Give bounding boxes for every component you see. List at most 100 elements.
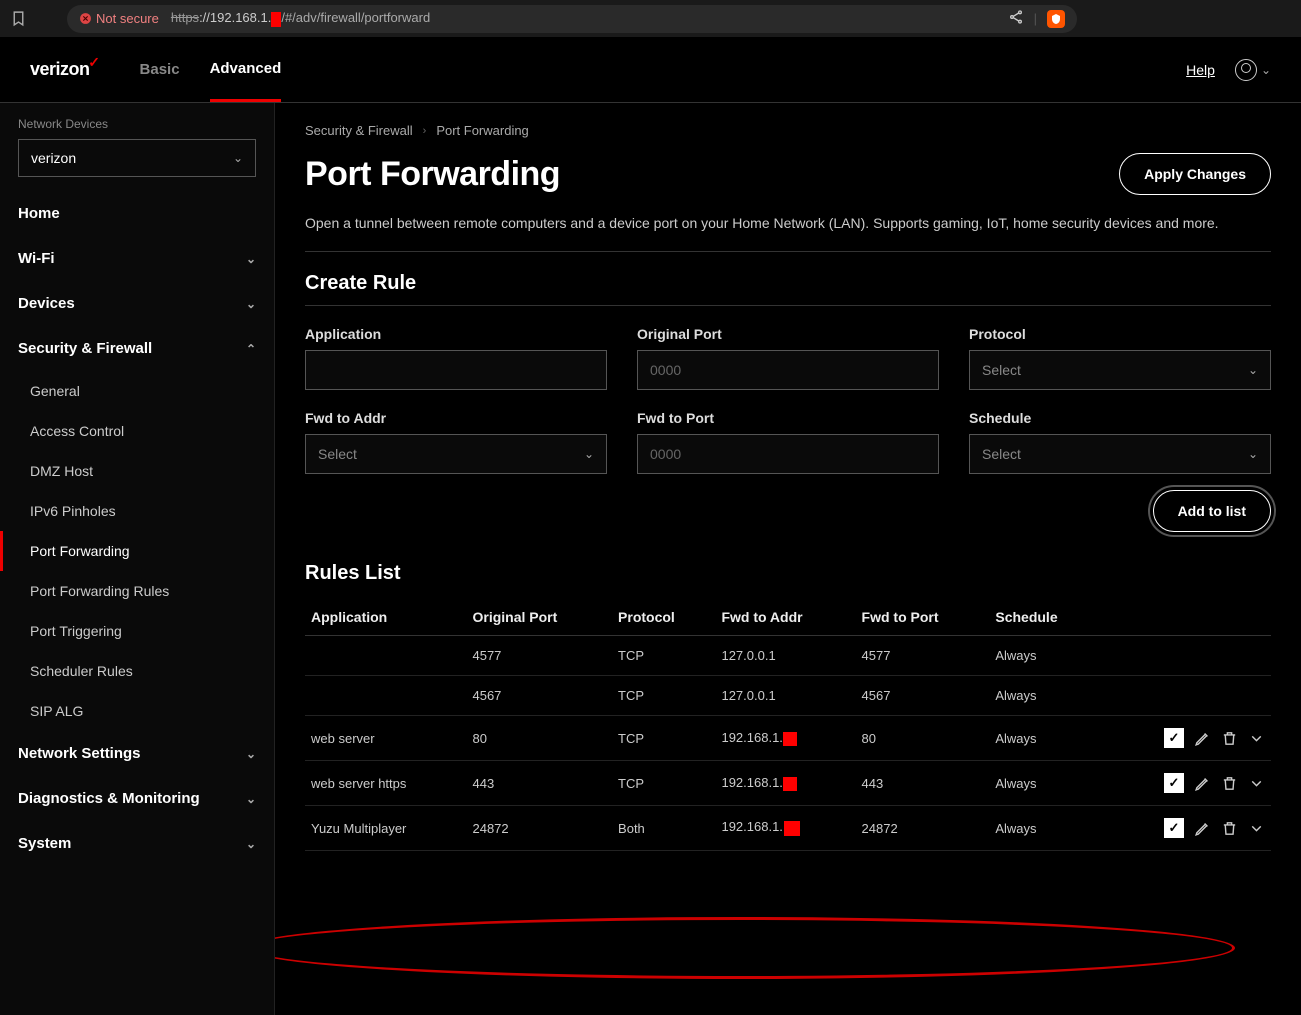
brave-shield-icon[interactable] <box>1047 10 1065 28</box>
application-label: Application <box>305 326 607 342</box>
url-path: /#/adv/firewall/portforward <box>281 10 430 25</box>
cell-protocol: TCP <box>612 636 715 676</box>
cell-original-port: 80 <box>466 716 612 761</box>
cell-schedule: Always <box>989 761 1101 806</box>
chevron-down-icon: ⌄ <box>584 447 594 461</box>
device-selector[interactable]: verizon ⌄ <box>18 139 256 177</box>
url-scheme: https <box>171 10 199 25</box>
cell-protocol: TCP <box>612 761 715 806</box>
cell-fwd-port: 24872 <box>856 806 990 851</box>
cell-protocol: TCP <box>612 676 715 716</box>
redacted-block <box>271 12 281 27</box>
cell-application <box>305 676 466 716</box>
chevron-down-icon[interactable] <box>1248 820 1265 837</box>
tab-advanced[interactable]: Advanced <box>210 37 282 102</box>
cell-fwd-addr: 127.0.0.1 <box>715 636 855 676</box>
browser-bar: Not secure https://192.168.1. /#/adv/fire… <box>0 0 1301 37</box>
sidebar-item-devices[interactable]: Devices⌄ <box>0 281 274 326</box>
chevron-right-icon: › <box>423 125 427 137</box>
cell-protocol: TCP <box>612 716 715 761</box>
sidebar-item-home[interactable]: Home <box>0 191 274 236</box>
bookmark-icon[interactable] <box>10 10 27 27</box>
col-fwd-addr: Fwd to Addr <box>715 599 855 636</box>
sidebar-sub-dmz[interactable]: DMZ Host <box>0 451 274 491</box>
sidebar-sub-access-control[interactable]: Access Control <box>0 411 274 451</box>
fwd-port-label: Fwd to Port <box>637 410 939 426</box>
chevron-down-icon: ⌄ <box>233 151 243 165</box>
delete-icon[interactable] <box>1221 775 1238 792</box>
add-to-list-button[interactable]: Add to list <box>1153 490 1271 532</box>
edit-icon[interactable] <box>1194 730 1211 747</box>
nav-tabs: Basic Advanced <box>140 37 282 102</box>
url-host: ://192.168.1. <box>199 10 271 25</box>
protocol-select[interactable]: Select ⌄ <box>969 350 1271 390</box>
cell-application <box>305 636 466 676</box>
breadcrumb-security[interactable]: Security & Firewall <box>305 123 413 138</box>
schedule-label: Schedule <box>969 410 1271 426</box>
share-icon[interactable] <box>1008 9 1024 28</box>
sidebar-item-network-settings[interactable]: Network Settings⌄ <box>0 731 274 776</box>
annotation-ellipse <box>275 917 1235 979</box>
redacted-block <box>783 732 797 746</box>
breadcrumb: Security & Firewall › Port Forwarding <box>305 123 1271 138</box>
not-secure-badge: Not secure <box>79 11 159 26</box>
cell-schedule: Always <box>989 806 1101 851</box>
application-input[interactable] <box>305 350 607 390</box>
sidebar-sub-scheduler[interactable]: Scheduler Rules <box>0 651 274 691</box>
cell-application: web server <box>305 716 466 761</box>
original-port-input[interactable] <box>637 350 939 390</box>
sidebar-sub-general[interactable]: General <box>0 371 274 411</box>
create-rule-title: Create Rule <box>305 272 1271 306</box>
chevron-down-icon: ⌄ <box>246 252 256 266</box>
table-row: 4567TCP127.0.0.14567Always <box>305 676 1271 716</box>
sidebar-item-security[interactable]: Security & Firewall⌃ <box>0 326 274 371</box>
redacted-block <box>783 820 801 837</box>
col-application: Application <box>305 599 466 636</box>
edit-icon[interactable] <box>1194 775 1211 792</box>
cell-protocol: Both <box>612 806 715 851</box>
sidebar-item-diagnostics[interactable]: Diagnostics & Monitoring⌄ <box>0 776 274 821</box>
page-title: Port Forwarding <box>305 155 560 194</box>
table-row: 4577TCP127.0.0.14577Always <box>305 636 1271 676</box>
sidebar-sub-port-forwarding-rules[interactable]: Port Forwarding Rules <box>0 571 274 611</box>
chevron-down-icon: ⌄ <box>1248 363 1258 377</box>
cell-fwd-addr: 127.0.0.1 <box>715 676 855 716</box>
fwd-port-input[interactable] <box>637 434 939 474</box>
chevron-down-icon[interactable] <box>1248 730 1265 747</box>
enabled-checkbox[interactable]: ✓ <box>1164 728 1184 748</box>
chevron-down-icon: ⌄ <box>246 837 256 851</box>
chevron-down-icon[interactable] <box>1248 775 1265 792</box>
apply-changes-button[interactable]: Apply Changes <box>1119 153 1271 195</box>
fwd-addr-select[interactable]: Select ⌄ <box>305 434 607 474</box>
sidebar-item-wifi[interactable]: Wi-Fi⌄ <box>0 236 274 281</box>
cell-fwd-addr: 192.168.1. <box>715 716 855 761</box>
cell-application: web server https <box>305 761 466 806</box>
enabled-checkbox[interactable]: ✓ <box>1164 818 1184 838</box>
sidebar-sub-port-forwarding[interactable]: Port Forwarding <box>0 531 274 571</box>
cell-schedule: Always <box>989 636 1101 676</box>
url-bar[interactable]: Not secure https://192.168.1. /#/adv/fire… <box>67 5 1077 33</box>
table-row: Yuzu Multiplayer24872Both192.168.1.24872… <box>305 806 1271 851</box>
schedule-select[interactable]: Select ⌄ <box>969 434 1271 474</box>
user-menu[interactable]: ⌄ <box>1235 59 1271 81</box>
sidebar-sub-ipv6[interactable]: IPv6 Pinholes <box>0 491 274 531</box>
sidebar-sub-port-triggering[interactable]: Port Triggering <box>0 611 274 651</box>
delete-icon[interactable] <box>1221 730 1238 747</box>
delete-icon[interactable] <box>1221 820 1238 837</box>
cell-fwd-addr: 192.168.1. <box>715 761 855 806</box>
sidebar-sub-sip[interactable]: SIP ALG <box>0 691 274 731</box>
col-fwd-port: Fwd to Port <box>856 599 990 636</box>
device-selected: verizon <box>31 150 76 166</box>
cell-application: Yuzu Multiplayer <box>305 806 466 851</box>
breadcrumb-port-forwarding: Port Forwarding <box>436 123 528 138</box>
tab-basic[interactable]: Basic <box>140 37 180 102</box>
edit-icon[interactable] <box>1194 820 1211 837</box>
cell-fwd-port: 80 <box>856 716 990 761</box>
enabled-checkbox[interactable]: ✓ <box>1164 773 1184 793</box>
verizon-logo: verizon✓ <box>30 59 90 80</box>
help-link[interactable]: Help <box>1186 62 1215 78</box>
cell-schedule: Always <box>989 676 1101 716</box>
col-schedule: Schedule <box>989 599 1101 636</box>
sidebar-item-system[interactable]: System⌄ <box>0 821 274 866</box>
chevron-down-icon: ⌄ <box>246 297 256 311</box>
